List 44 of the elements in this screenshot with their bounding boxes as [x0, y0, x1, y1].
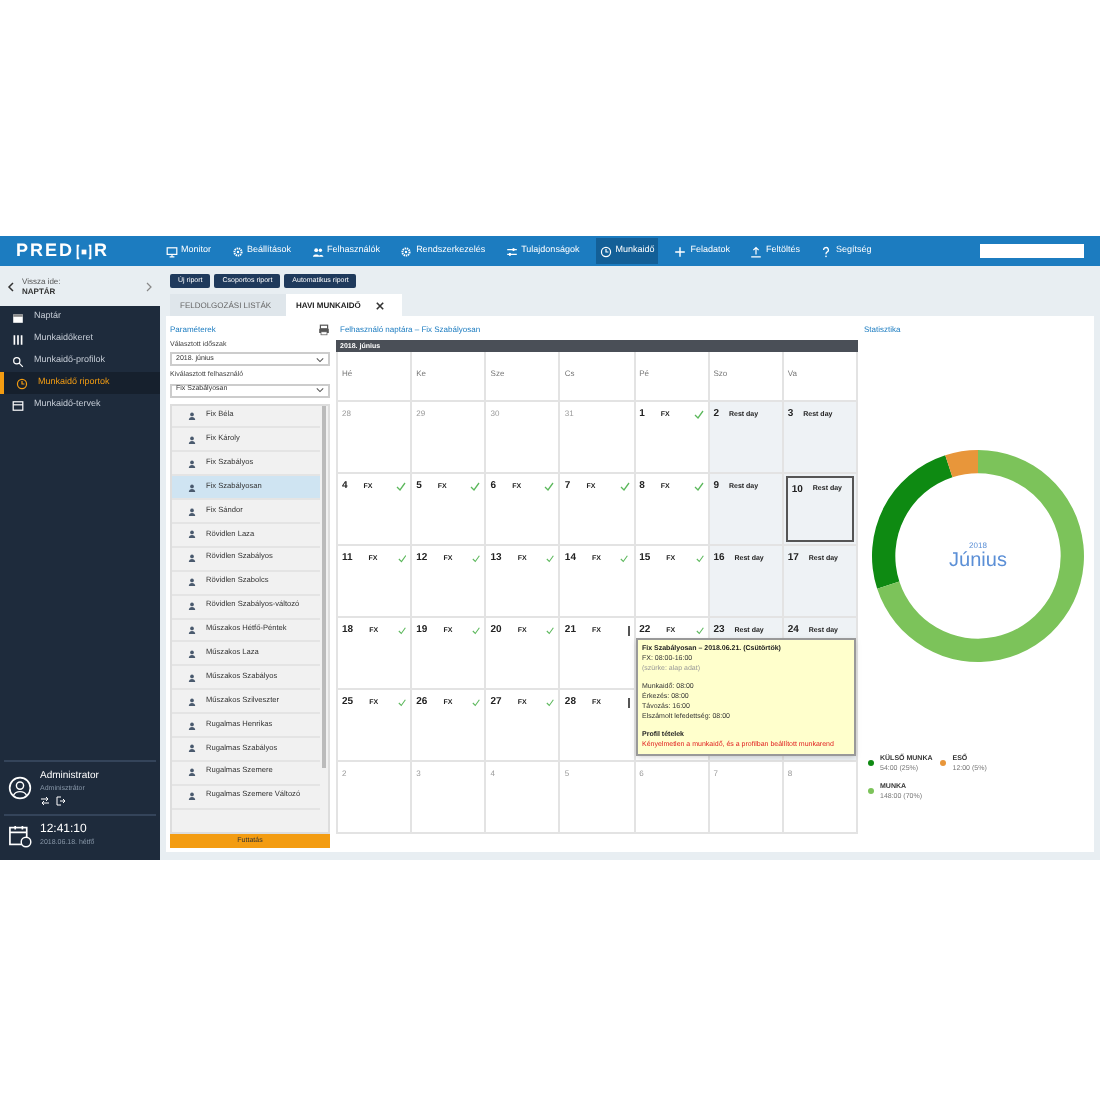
help-icon [820, 245, 832, 257]
person-icon [188, 554, 196, 563]
clock-icon [599, 245, 612, 257]
avatar-icon [8, 776, 32, 800]
settings-icon [400, 245, 413, 257]
search-icon [12, 355, 24, 367]
person-icon [188, 673, 196, 682]
person-icon [188, 459, 196, 468]
swap-icon [40, 796, 50, 806]
chevron-left-icon [6, 281, 16, 291]
users-icon [311, 245, 324, 257]
window-icon [12, 399, 24, 411]
person-icon [188, 435, 196, 444]
logo-text: R [94, 237, 110, 264]
columns-icon [12, 333, 24, 345]
person-icon [188, 578, 196, 587]
person-icon [188, 721, 196, 730]
plus-icon [674, 245, 687, 257]
calendar-icon [12, 311, 24, 323]
person-icon [188, 649, 196, 658]
search-field[interactable] [980, 244, 1084, 258]
person-icon [188, 625, 196, 634]
upload-icon [749, 245, 762, 257]
calendar-clock-icon [8, 824, 32, 848]
logo-icon [76, 243, 93, 259]
monitor-icon [165, 245, 178, 257]
print-icon [318, 324, 330, 336]
person-icon [188, 792, 196, 801]
chevron-right-icon [144, 281, 154, 291]
person-icon [188, 744, 196, 753]
settings-icon [231, 245, 244, 257]
person-icon [188, 483, 196, 492]
person-icon [188, 507, 196, 515]
sliders-icon [505, 245, 518, 257]
chevron-down-icon [316, 386, 324, 394]
person-icon [188, 697, 196, 706]
logo-text: PRED [16, 237, 75, 264]
person-icon [188, 411, 196, 420]
person-icon [188, 768, 196, 777]
person-icon [188, 530, 196, 539]
clock-icon [16, 377, 28, 389]
logout-icon [56, 796, 66, 806]
chart-month: Június [949, 550, 1007, 572]
person-icon [188, 602, 196, 611]
